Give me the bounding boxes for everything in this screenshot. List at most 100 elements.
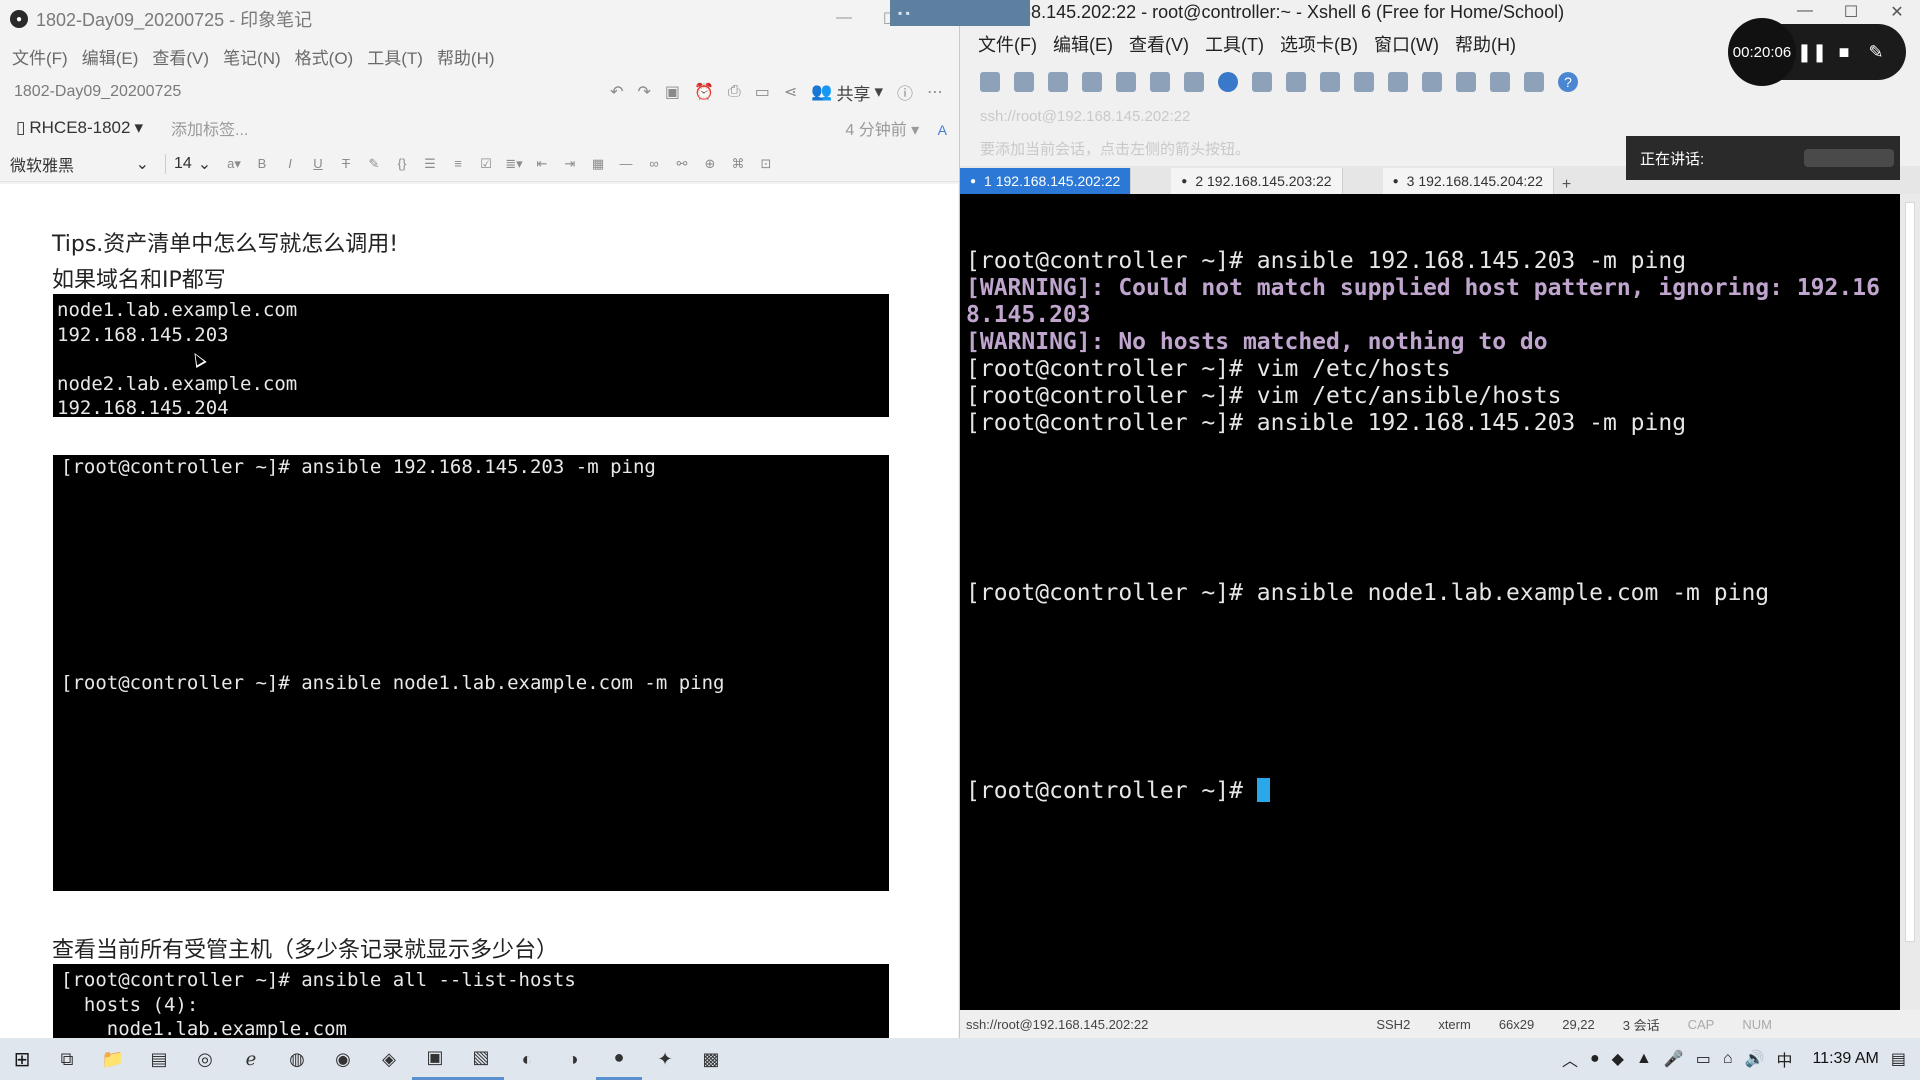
menu-edit[interactable]: 编辑(E) [1053, 31, 1113, 57]
bullet-list-icon[interactable]: ☰ [421, 156, 439, 172]
add-tab-icon[interactable]: + [1554, 176, 1579, 194]
chevron-up-icon[interactable]: ︿ [1562, 1047, 1578, 1071]
menu-tools[interactable]: 工具(T) [1205, 31, 1264, 57]
record-icon[interactable] [1490, 72, 1510, 92]
lock-icon[interactable]: ⊡ [757, 156, 775, 172]
underline-icon[interactable]: U [309, 156, 327, 171]
address-bar[interactable]: ssh://root@192.168.145.202:22 [960, 100, 1920, 132]
reconnect-icon[interactable] [1048, 72, 1068, 92]
menu-help[interactable]: 帮助(H) [1455, 31, 1516, 57]
tray-app-icon[interactable]: ▲ [1636, 1050, 1652, 1068]
tab-session-2[interactable]: ● 2 192.168.145.203:22 [1171, 168, 1343, 194]
presentation-icon[interactable]: ▭ [755, 82, 770, 102]
divider-icon[interactable]: — [617, 156, 635, 171]
tab-session-1[interactable]: ● 1 192.168.145.202:22 [960, 168, 1132, 194]
script-icon[interactable] [1320, 72, 1340, 92]
pause-icon[interactable]: ❚❚ [1796, 42, 1828, 63]
font-family-select[interactable]: 微软雅黑 ⌄ [10, 151, 155, 177]
menu-window[interactable]: 窗口(W) [1374, 31, 1439, 57]
unlink-icon[interactable]: ⚯ [673, 156, 691, 172]
open-folder-icon[interactable] [1014, 72, 1034, 92]
app-icon[interactable]: ◈ [366, 1038, 412, 1080]
network-icon[interactable]: ⌂ [1723, 1050, 1733, 1068]
keyboard-icon[interactable] [1422, 72, 1442, 92]
app-icon[interactable]: ◉ [320, 1038, 366, 1080]
help-icon[interactable]: ? [1558, 72, 1578, 92]
tile-icon[interactable] [1524, 72, 1544, 92]
terminal[interactable]: [root@controller ~]# ansible 192.168.145… [960, 194, 1900, 1010]
more-icon[interactable]: ⋯ [927, 82, 943, 102]
indent-increase-icon[interactable]: ⇥ [561, 156, 579, 172]
notification-icon[interactable]: ▤ [1891, 1049, 1906, 1069]
copy-icon[interactable] [1082, 72, 1102, 92]
app-icon[interactable]: ◑ [550, 1038, 596, 1080]
reminder-icon[interactable]: ⏰ [694, 82, 714, 102]
text-color-icon[interactable]: a▾ [225, 156, 243, 172]
italic-icon[interactable]: I [281, 156, 299, 171]
task-view-icon[interactable]: ⧉ [44, 1038, 90, 1080]
terminal-scrollbar[interactable] [1900, 194, 1920, 1010]
clear-format-icon[interactable]: ⌘ [729, 156, 747, 172]
pen-icon[interactable]: ✎ [1860, 42, 1892, 63]
menu-edit[interactable]: 编辑(E) [82, 44, 139, 69]
app-icon[interactable]: ◐ [504, 1038, 550, 1080]
strikethrough-icon[interactable]: T [337, 156, 355, 171]
share-network-icon[interactable]: ⋖ [784, 82, 797, 102]
volume-icon[interactable]: 🔊 [1745, 1049, 1765, 1069]
stop-icon[interactable]: ■ [1828, 42, 1860, 63]
note-title[interactable]: 1802-Day09_20200725 [14, 83, 181, 101]
app-icon[interactable]: ✦ [642, 1038, 688, 1080]
scrollbar-thumb[interactable] [1905, 202, 1915, 942]
note-editor[interactable]: Tips.资产清单中怎么写就怎么调用! 如果域名和IP都写 node1.lab.… [0, 184, 958, 1038]
menu-note[interactable]: 笔记(N) [223, 44, 281, 69]
globe-icon[interactable] [1218, 72, 1238, 92]
add-tag-input[interactable]: 添加标签... [171, 116, 248, 140]
highlight-icon[interactable]: ✎ [365, 156, 383, 172]
menu-view[interactable]: 查看(V) [1129, 31, 1189, 57]
bold-icon[interactable]: B [253, 156, 271, 171]
info-icon[interactable]: ⓘ [897, 80, 913, 104]
menu-tabs[interactable]: 选项卡(B) [1280, 31, 1358, 57]
battery-icon[interactable]: ▭ [1696, 1049, 1711, 1069]
xshell-taskbar-icon[interactable]: ▣ [412, 1038, 458, 1080]
link-icon[interactable]: ∞ [645, 156, 663, 171]
notebook-selector[interactable]: ▯ RHCE8-1802 ▾ [16, 118, 143, 138]
menu-help[interactable]: 帮助(H) [437, 44, 495, 69]
tray-app-icon[interactable]: ◆ [1612, 1049, 1624, 1069]
ime-icon[interactable]: 中 [1776, 1047, 1792, 1071]
layout-icon[interactable] [1184, 72, 1204, 92]
tray-app-icon[interactable]: ● [1590, 1050, 1600, 1068]
compose-icon[interactable] [1456, 72, 1476, 92]
file-explorer-icon[interactable]: 📁 [90, 1038, 136, 1080]
font-icon[interactable] [1252, 72, 1272, 92]
menu-file[interactable]: 文件(F) [978, 31, 1037, 57]
edge-icon[interactable]: ℯ [228, 1038, 274, 1080]
checklist-icon[interactable]: ☑ [477, 156, 495, 172]
notepad-icon[interactable]: ▤ [136, 1038, 182, 1080]
menu-view[interactable]: 查看(V) [152, 44, 209, 69]
menu-file[interactable]: 文件(F) [12, 44, 68, 69]
font-size-select[interactable]: 14 ⌄ [165, 153, 215, 174]
minimize-icon[interactable]: — [821, 9, 867, 29]
app-icon[interactable]: ▩ [688, 1038, 734, 1080]
clock[interactable]: 11:39 AM [1812, 1050, 1878, 1068]
tab-session-3[interactable]: ● 3 192.168.145.204:22 [1382, 168, 1554, 194]
app-icon[interactable]: ◍ [274, 1038, 320, 1080]
numbered-list-icon[interactable]: ≡ [449, 156, 467, 171]
menu-format[interactable]: 格式(O) [295, 44, 354, 69]
redo-icon[interactable]: ↷ [637, 82, 650, 102]
table-icon[interactable]: ▦ [589, 156, 607, 172]
find-icon[interactable] [1150, 72, 1170, 92]
undo-icon[interactable]: ↶ [610, 82, 623, 102]
lock-icon[interactable] [1388, 72, 1408, 92]
close-icon[interactable]: ✕ [1874, 2, 1920, 22]
attach-icon[interactable]: ⊕ [701, 156, 719, 172]
align-icon[interactable]: ≣▾ [505, 156, 523, 172]
app-icon[interactable]: ◎ [182, 1038, 228, 1080]
indent-decrease-icon[interactable]: ⇤ [533, 156, 551, 172]
maximize-icon[interactable]: ☐ [1828, 2, 1874, 22]
menu-tools[interactable]: 工具(T) [367, 44, 423, 69]
share-button[interactable]: 👥 共享 ▾ [811, 80, 883, 105]
xftp-taskbar-icon[interactable]: ▧ [458, 1038, 504, 1080]
properties-icon[interactable] [1116, 72, 1136, 92]
